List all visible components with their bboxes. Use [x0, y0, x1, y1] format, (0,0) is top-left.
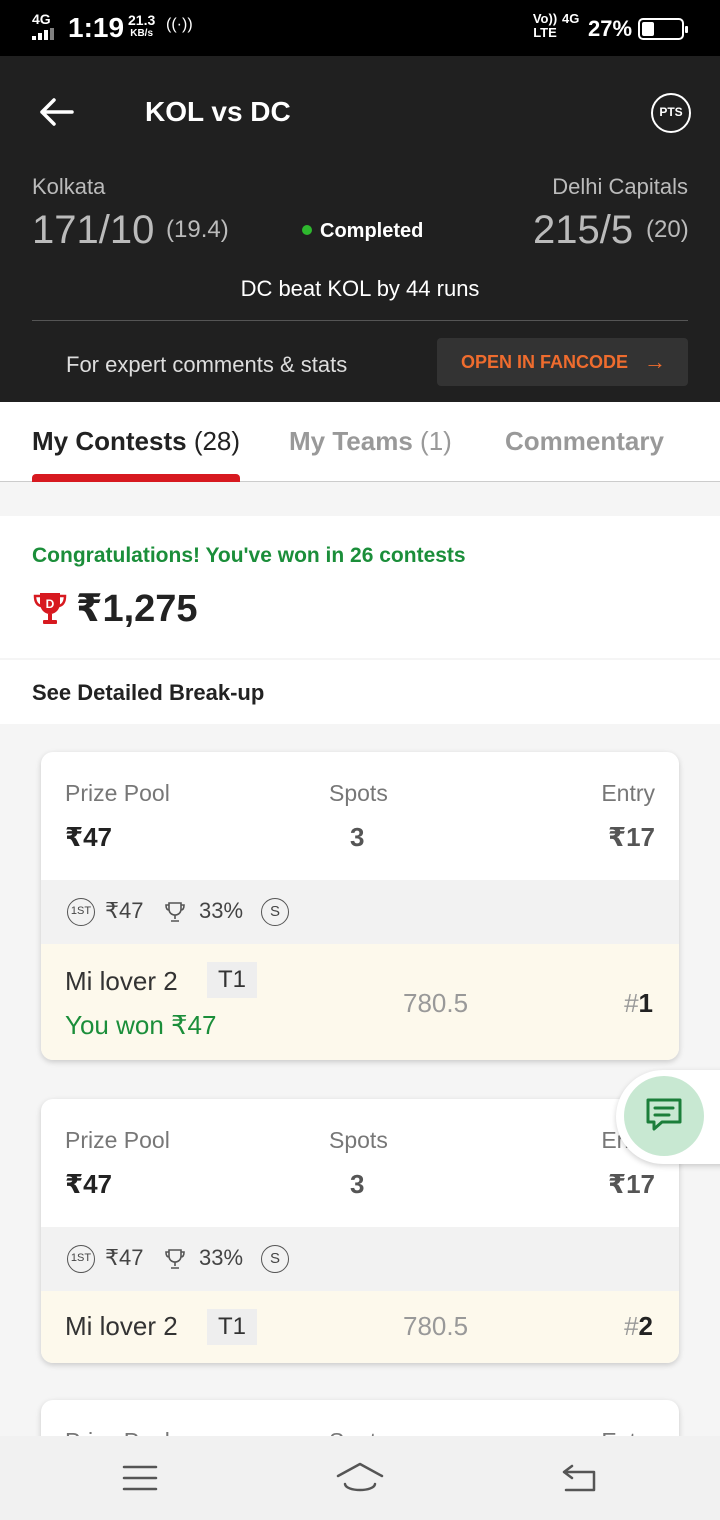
prize-pool-value: ₹47	[65, 1169, 113, 1199]
match-status: Completed	[302, 220, 423, 243]
arrow-left-icon	[40, 98, 74, 126]
menu-button[interactable]	[120, 1458, 160, 1498]
won-amount: You won ₹47	[65, 1010, 217, 1040]
spots-label: Spots	[329, 780, 388, 806]
team-rank: #2	[624, 1311, 653, 1341]
active-tab-indicator	[32, 474, 240, 482]
breakup-link-row[interactable]: See Detailed Break-up	[0, 660, 720, 724]
breakup-link[interactable]: See Detailed Break-up	[32, 680, 264, 706]
team-rank: #1	[624, 988, 653, 1018]
first-prize-icon: 1ST	[67, 898, 95, 926]
hotspot-icon: ((·))	[166, 16, 193, 33]
back-button[interactable]	[36, 92, 76, 132]
win-percent: 33%	[199, 1245, 244, 1270]
prize-pool-label: Prize Pool	[65, 1127, 170, 1153]
match-result: DC beat KOL by 44 runs	[240, 276, 480, 301]
tab-my-teams[interactable]: My Teams (1)	[289, 426, 452, 457]
congrats-message: Congratulations! You've won in 26 contes…	[32, 544, 466, 567]
entry-label: Entry	[601, 780, 655, 806]
team2-score: 215/5	[533, 208, 634, 252]
single-entry-icon: S	[261, 898, 289, 926]
team2-overs: (20)	[646, 216, 689, 243]
chat-icon	[646, 1098, 682, 1131]
entry-value: ₹17	[607, 1169, 655, 1199]
prize-pool-label: Prize Pool	[65, 780, 170, 806]
open-fancode-button[interactable]: OPEN IN FANCODE →	[437, 338, 688, 386]
clock: 1:19	[68, 12, 125, 43]
signal-icon	[32, 28, 54, 40]
battery-percent: 27%	[588, 16, 633, 41]
win-percent: 33%	[199, 898, 244, 923]
divider	[32, 320, 688, 321]
home-icon	[336, 1462, 384, 1492]
chat-button[interactable]	[624, 1076, 704, 1156]
entry-value: ₹17	[607, 822, 655, 852]
page-title: KOL vs DC	[145, 96, 291, 127]
svg-text:D: D	[46, 597, 55, 611]
trophy-icon	[165, 902, 185, 922]
winnings-card: Congratulations! You've won in 26 contes…	[0, 516, 720, 658]
menu-icon	[122, 1465, 158, 1491]
contest-card[interactable]: Prize Pool Spots Entry ₹47 3 ₹17 1ST ₹47…	[41, 1099, 679, 1363]
battery-icon	[638, 18, 688, 40]
contest-meta: 1ST ₹47 33% S	[41, 880, 679, 944]
prize-pool-value: ₹47	[65, 822, 113, 852]
first-prize-icon: 1ST	[67, 1245, 95, 1273]
tab-my-contests[interactable]: My Contests (28)	[32, 426, 240, 457]
team-row[interactable]: Mi lover 2 T1 You won ₹47 780.5 #1	[41, 944, 679, 1060]
team-name: Mi lover 2	[65, 966, 178, 996]
contest-summary: Prize Pool Spots Entry ₹47 3 ₹17	[41, 1099, 679, 1227]
dream11-trophy-icon: D	[33, 593, 67, 624]
total-winnings: ₹1,275	[76, 588, 198, 630]
team-tag: T1	[207, 1309, 257, 1345]
network-type: 4G	[32, 11, 51, 27]
team-points: 780.5	[403, 1311, 469, 1341]
spots-value: 3	[350, 822, 365, 852]
spots-value: 3	[350, 1169, 365, 1199]
team-tag: T1	[207, 962, 257, 998]
arrow-right-icon: →	[644, 349, 666, 374]
contest-summary: Prize Pool Spots Entry ₹47 3 ₹17	[41, 752, 679, 880]
network-4g: 4G	[562, 11, 580, 26]
system-nav-bar	[0, 1436, 720, 1520]
team-points: 780.5	[403, 988, 469, 1018]
team1-score: 171/10	[32, 208, 155, 252]
tab-bar: My Contests (28) My Teams (1) Commentary	[0, 402, 720, 482]
team-row[interactable]: Mi lover 2 T1 780.5 #2	[41, 1291, 679, 1363]
team1-overs: (19.4)	[166, 216, 229, 243]
team1-name: Kolkata	[32, 174, 106, 199]
back-icon	[562, 1464, 596, 1492]
first-prize-value: ₹47	[105, 1245, 144, 1270]
home-button[interactable]	[336, 1458, 384, 1498]
team-name: Mi lover 2	[65, 1311, 178, 1341]
network-speed: 21.3 KB/s	[128, 12, 156, 39]
points-button[interactable]: PTS	[651, 93, 691, 133]
contest-meta: 1ST ₹47 33% S	[41, 1227, 679, 1291]
match-header: KOL vs DC PTS Kolkata 171/10 (19.4) Comp…	[0, 56, 720, 402]
status-bar: 4G 1:19 21.3 KB/s ((·)) Vo)) LTE 4G 27%	[0, 0, 720, 56]
first-prize-value: ₹47	[105, 898, 144, 923]
status-dot-icon	[302, 224, 312, 235]
contest-card[interactable]: Prize Pool Spots Entry ₹47 3 ₹17 1ST ₹47…	[41, 752, 679, 1060]
back-nav-button[interactable]	[560, 1458, 600, 1498]
volte-indicator: Vo)) LTE	[532, 11, 558, 40]
tab-commentary[interactable]: Commentary	[505, 426, 664, 457]
trophy-icon	[165, 1249, 185, 1269]
single-entry-icon: S	[261, 1245, 289, 1273]
team2-name: Delhi Capitals	[552, 174, 688, 199]
expert-text: For expert comments & stats	[66, 352, 348, 377]
spots-label: Spots	[329, 1127, 388, 1153]
